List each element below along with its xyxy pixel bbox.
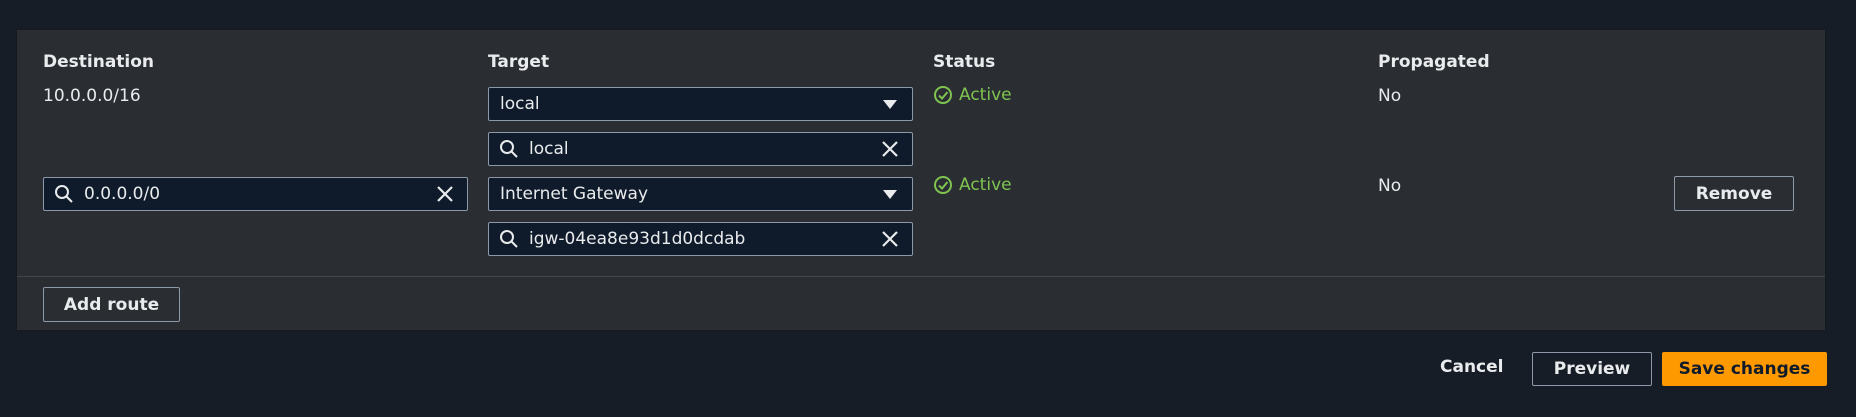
row1-target-select-value: local: [500, 94, 540, 114]
row1-target-select[interactable]: local: [488, 87, 913, 121]
routes-panel: Destination Target Status Propagated 10.…: [16, 29, 1826, 331]
row2-target-search[interactable]: igw-04ea8e93d1d0dcdab: [488, 222, 913, 256]
row2-destination-search[interactable]: 0.0.0.0/0: [43, 177, 468, 211]
search-icon: [499, 228, 521, 250]
header-destination: Destination: [43, 52, 155, 72]
row1-propagated: No: [1378, 86, 1402, 106]
row2-target-select[interactable]: Internet Gateway: [488, 177, 913, 211]
check-circle-icon: [934, 176, 952, 194]
caret-down-icon: [883, 99, 897, 109]
remove-button[interactable]: Remove: [1674, 176, 1794, 211]
divider: [17, 276, 1825, 277]
row2-status: Active: [933, 175, 1012, 195]
caret-down-icon: [883, 189, 897, 199]
row2-target-search-value: igw-04ea8e93d1d0dcdab: [529, 229, 746, 249]
row2-propagated: No: [1378, 176, 1402, 196]
search-icon: [54, 183, 76, 205]
row2-destination-value: 0.0.0.0/0: [84, 184, 161, 204]
row2-status-text: Active: [959, 175, 1012, 195]
close-icon[interactable]: [881, 138, 903, 160]
check-circle-icon: [934, 86, 952, 104]
preview-button[interactable]: Preview: [1532, 352, 1652, 386]
add-route-button[interactable]: Add route: [43, 287, 180, 322]
row2-target-select-value: Internet Gateway: [500, 184, 649, 204]
row1-target-search-value: local: [529, 139, 569, 159]
row1-target-search[interactable]: local: [488, 132, 913, 166]
header-status: Status: [933, 52, 996, 72]
row1-status: Active: [933, 85, 1012, 105]
save-changes-button[interactable]: Save changes: [1662, 352, 1827, 386]
close-icon[interactable]: [881, 228, 903, 250]
close-icon[interactable]: [436, 183, 458, 205]
search-icon: [499, 138, 521, 160]
header-propagated: Propagated: [1378, 52, 1490, 72]
header-target: Target: [488, 52, 550, 72]
row1-status-text: Active: [959, 85, 1012, 105]
cancel-button[interactable]: Cancel: [1440, 357, 1503, 377]
row1-destination: 10.0.0.0/16: [43, 86, 141, 106]
